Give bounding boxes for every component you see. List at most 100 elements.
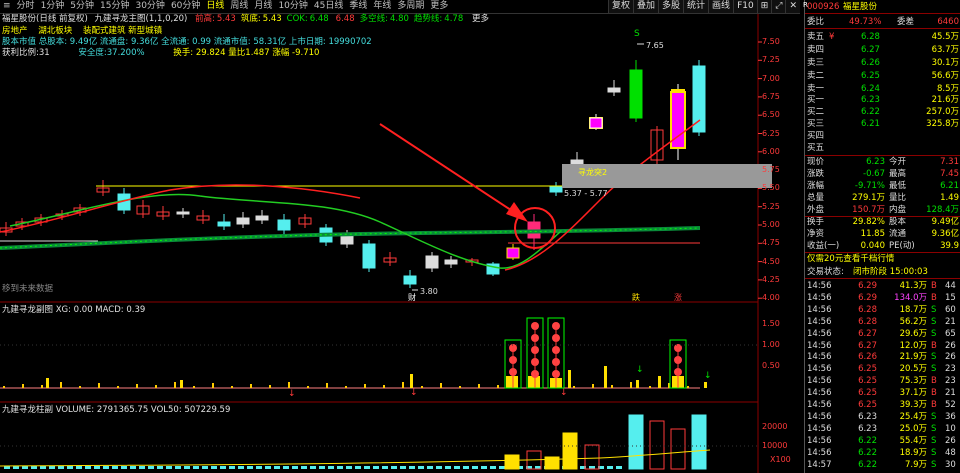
- tick-row[interactable]: 14:56 6.22 55.4万 S 26: [805, 436, 960, 447]
- candle-body[interactable]: [549, 185, 563, 193]
- ask-row[interactable]: 卖五 ¥6.28 45.5万: [805, 32, 960, 43]
- quote-stat-row[interactable]: 换手 29.82% 股本 9.49亿: [805, 217, 960, 228]
- candle-body[interactable]: [629, 69, 643, 119]
- tick-row[interactable]: 14:56 6.27 29.6万 S 65: [805, 329, 960, 340]
- price-tick-label: 5.50: [762, 183, 780, 193]
- quote-cell: 25.0万: [899, 423, 927, 434]
- quote-cell: 收益(一): [807, 241, 840, 251]
- quote-cell: 26: [945, 352, 956, 363]
- promo-row[interactable]: 仅需20元查看千档行情: [805, 254, 960, 265]
- volume-header-text: 九建寻龙柱副 VOLUME: 2791365.75 VOL50: 507229.…: [2, 405, 231, 415]
- quote-cell: 涨幅: [807, 181, 825, 191]
- quote-cell: 买四: [807, 131, 825, 141]
- tick-row[interactable]: 14:56 6.25 37.1万 B 21: [805, 388, 960, 399]
- tick-row[interactable]: 14:56 6.23 25.4万 S 36: [805, 412, 960, 423]
- quote-cell: 39.9: [940, 241, 959, 251]
- quote-title[interactable]: 000926 福星股份 R: [803, 1, 960, 13]
- candle-body[interactable]: [403, 275, 417, 285]
- tick-row[interactable]: 14:56 6.25 20.5万 S 23: [805, 364, 960, 375]
- ask-row[interactable]: 卖四 6.27 63.7万: [805, 45, 960, 56]
- tick-row[interactable]: 14:56 6.28 18.7万 S 60: [805, 305, 960, 316]
- quote-stat-row[interactable]: 涨跌 -0.67 最高 7.45: [805, 169, 960, 180]
- bid-row[interactable]: 买三 6.21 325.8万: [805, 119, 960, 130]
- quote-cell: 6.27: [858, 328, 877, 339]
- bid-row[interactable]: 买二 6.22 257.0万: [805, 107, 960, 118]
- quote-cell: 21.9万: [899, 352, 927, 363]
- tick-row[interactable]: 14:56 6.29 134.0万 B 15: [805, 293, 960, 304]
- tick-row[interactable]: 14:56 6.25 75.3万 B 23: [805, 376, 960, 387]
- candle-body[interactable]: [607, 87, 621, 93]
- volume-bar: [22, 466, 28, 469]
- quote-cell: 29.6万: [899, 328, 927, 339]
- quote-cell: 48: [945, 447, 956, 458]
- bid-row[interactable]: 买一 6.23 21.6万: [805, 95, 960, 106]
- order-ratio-row[interactable]: 委比 49.73% 委差 6460: [805, 17, 960, 28]
- quote-cell: 26: [945, 435, 956, 446]
- tick-row[interactable]: 14:56 6.25 39.3万 B 52: [805, 400, 960, 411]
- quote-cell: -0.67: [863, 169, 885, 179]
- quote-cell: 委比: [807, 17, 825, 27]
- candle-body[interactable]: [692, 65, 706, 133]
- tick-row[interactable]: 14:56 6.22 18.9万 S 48: [805, 448, 960, 459]
- volume-bar: [391, 466, 397, 469]
- volume-bar: [472, 466, 478, 469]
- candle-body[interactable]: [570, 159, 584, 165]
- volume-bar: [355, 466, 361, 469]
- quote-cell: 交易状态:: [807, 267, 844, 277]
- bid-row[interactable]: 买五: [805, 143, 960, 154]
- quote-cell: 卖二: [807, 71, 825, 81]
- tick-row[interactable]: 14:56 6.29 41.3万 B 44: [805, 281, 960, 292]
- bid-row[interactable]: 买四: [805, 131, 960, 142]
- quote-stat-row[interactable]: 现价 6.23 今开 7.31: [805, 157, 960, 168]
- trade-status-row[interactable]: 交易状态: 闭市阶段 15:00:03: [805, 267, 960, 278]
- tick-row[interactable]: 14:56 6.27 12.0万 B 26: [805, 341, 960, 352]
- ask-row[interactable]: 卖一 6.24 8.5万: [805, 84, 960, 95]
- quote-cell: 23: [945, 364, 956, 375]
- quote-stat-row[interactable]: 收益(一) 0.040 PE(动) 39.9: [805, 241, 960, 252]
- quote-cell: S: [931, 316, 937, 327]
- quote-stat-row[interactable]: 净资 11.85 流通 9.36亿: [805, 229, 960, 240]
- candle-body[interactable]: [255, 215, 269, 221]
- quote-cell: S: [931, 411, 937, 422]
- xg-bar-tall: [704, 382, 707, 388]
- candle-body-highlight[interactable]: [506, 247, 520, 259]
- candle-body[interactable]: [236, 217, 250, 225]
- volume-bar: [76, 466, 82, 469]
- ask-row[interactable]: 卖三 6.26 30.1万: [805, 58, 960, 69]
- volume-bar: [346, 466, 352, 469]
- tick-row[interactable]: 14:56 6.26 21.9万 S 26: [805, 352, 960, 363]
- volume-subchart-header: 九建寻龙柱副 VOLUME: 2791365.75 VOL50: 507229.…: [2, 405, 230, 416]
- xg-bar-tall: [568, 370, 571, 388]
- candle-body[interactable]: [277, 219, 291, 231]
- candle-body[interactable]: [340, 235, 354, 245]
- range-text: 5.37 - 5.77: [564, 189, 608, 198]
- kline-chart[interactable]: 7.65 3.80 寻龙突2 5.37 - 5.77 财 跌 涨 S ↓ ↓ ↓ ↓ ↓: [0, 0, 804, 473]
- price-tick-label: 7.00: [762, 73, 780, 83]
- event-marker-zhang: 涨: [674, 292, 682, 302]
- quote-cell: 14:56: [807, 328, 832, 339]
- tick-row[interactable]: 14:56 6.28 56.2万 S 21: [805, 317, 960, 328]
- quote-cell: 30: [945, 459, 956, 470]
- candle-body[interactable]: [425, 255, 439, 269]
- quote-cell: B: [931, 340, 937, 351]
- volume-bar: [382, 466, 388, 469]
- candle-body[interactable]: [217, 221, 231, 227]
- quote-cell: 21: [945, 388, 956, 399]
- quote-stat-row[interactable]: 总量 279.1万 量比 1.49: [805, 193, 960, 204]
- candle-body[interactable]: [176, 211, 190, 215]
- ask-row[interactable]: 卖二 6.25 56.6万: [805, 71, 960, 82]
- quote-cell: 14:56: [807, 400, 832, 410]
- tick-row[interactable]: 14:57 6.22 7.9万 S 30: [805, 460, 960, 471]
- candle-body-highlight[interactable]: [589, 117, 603, 129]
- volume-bar-large: [504, 454, 520, 470]
- quote-cell: 36: [945, 411, 956, 422]
- candle-body[interactable]: [444, 259, 458, 265]
- xg-bar-tall: [604, 366, 607, 388]
- volume-bar-large: [584, 444, 600, 470]
- candle-body[interactable]: [362, 243, 376, 269]
- quote-cell: 60: [945, 304, 956, 315]
- quote-cell: 26: [945, 340, 956, 351]
- quote-stat-row[interactable]: 涨幅 -9.71% 最低 6.21: [805, 181, 960, 192]
- tick-row[interactable]: 14:56 6.23 25.0万 S 10: [805, 424, 960, 435]
- quote-stat-row[interactable]: 外盘 150.7万 内盘 128.4万: [805, 205, 960, 216]
